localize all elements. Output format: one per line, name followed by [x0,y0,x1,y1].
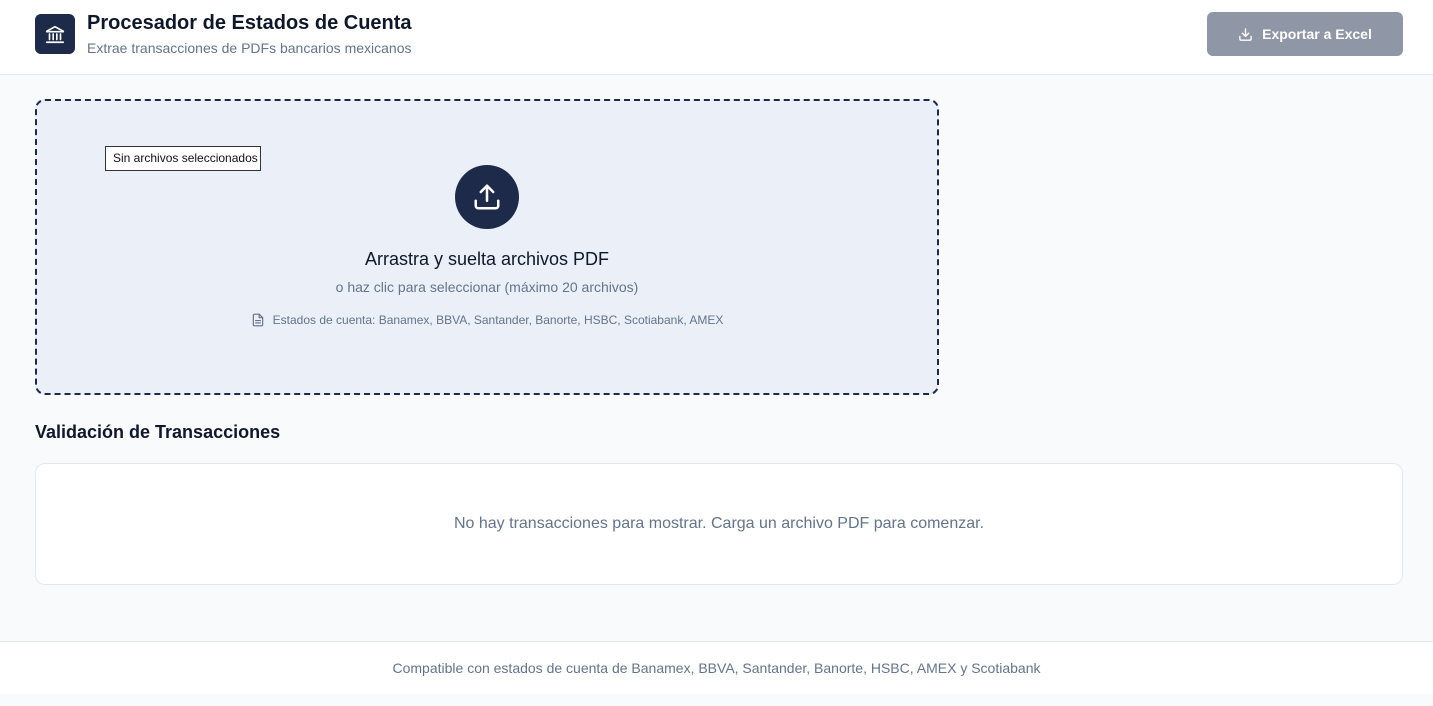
app-header: Procesador de Estados de Cuenta Extrae t… [0,0,1433,75]
export-button-label: Exportar a Excel [1262,26,1372,42]
app-subtitle: Extrae transacciones de PDFs bancarios m… [87,40,412,56]
transactions-panel: No hay transacciones para mostrar. Carga… [35,463,1403,585]
file-input[interactable]: Sin archivos seleccionados [105,146,261,171]
dropzone-title: Arrastra y suelta archivos PDF [364,249,610,269]
app-page: Procesador de Estados de Cuenta Extrae t… [0,0,1433,706]
app-footer: Compatible con estados de cuenta de Bana… [0,641,1433,694]
export-excel-button[interactable]: Exportar a Excel [1207,12,1403,56]
supported-banks: Estados de cuenta: Banamex, BBVA, Santan… [37,313,937,327]
supported-banks-text: Estados de cuenta: Banamex, BBVA, Santan… [272,313,724,327]
empty-state-message: No hay transacciones para mostrar. Carga… [453,515,985,532]
dropzone-subtitle: o haz clic para seleccionar (máximo 20 a… [335,279,639,295]
download-icon [1239,27,1252,41]
file-icon [252,313,263,327]
validation-title: Validación de Transacciones [35,422,281,442]
footer-text: Compatible con estados de cuenta de Bana… [392,660,1041,676]
upload-icon [455,165,519,229]
pdf-dropzone[interactable]: Sin archivos seleccionados Arrastra y su… [35,99,939,395]
bank-icon [35,14,75,54]
app-title: Procesador de Estados de Cuenta [87,12,412,34]
